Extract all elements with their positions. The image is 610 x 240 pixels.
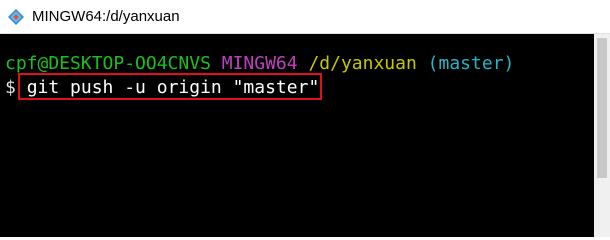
prompt-user: cpf@DESKTOP-OO4CNVS (5, 53, 211, 74)
title-bar[interactable]: MINGW64:/d/yanxuan (0, 0, 610, 34)
git-bash-icon (8, 9, 24, 25)
prompt-system: MINGW64 (221, 53, 298, 74)
command-highlight-box (18, 73, 322, 100)
prompt-branch: (master) (427, 53, 515, 74)
vertical-scrollbar[interactable] (594, 34, 610, 237)
prompt-path: /d/yanxuan (308, 53, 417, 74)
scrollbar-thumb[interactable] (597, 38, 607, 178)
prompt-symbol: $ (5, 77, 16, 98)
window-title: MINGW64:/d/yanxuan (32, 8, 180, 25)
prompt-line: cpf@DESKTOP-OO4CNVS MINGW64 /d/yanxuan (… (5, 53, 514, 75)
terminal-output[interactable]: cpf@DESKTOP-OO4CNVS MINGW64 /d/yanxuan (… (0, 34, 594, 237)
terminal-window: MINGW64:/d/yanxuan cpf@DESKTOP-OO4CNVS M… (0, 0, 610, 237)
